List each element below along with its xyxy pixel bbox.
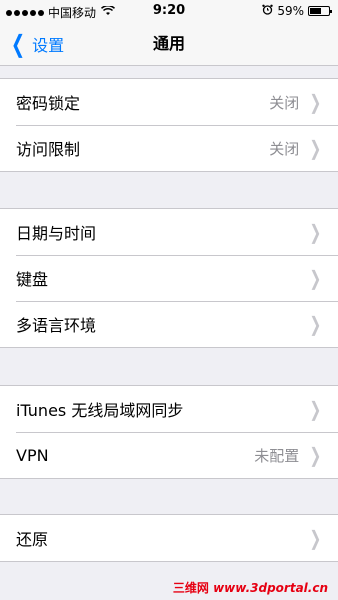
settings-group-locale: 日期与时间 ❯ 键盘 ❯ 多语言环境 ❯: [0, 208, 338, 348]
settings-row-keyboard[interactable]: 键盘 ❯: [0, 255, 338, 301]
settings-row-passcode-lock[interactable]: 密码锁定 关闭 ❯: [0, 79, 338, 125]
battery-percent: 59%: [277, 4, 304, 18]
battery-icon: [308, 6, 332, 16]
row-label: 多语言环境: [16, 316, 97, 335]
row-label: iTunes 无线局域网同步: [16, 401, 184, 420]
status-right: 59%: [262, 4, 332, 18]
battery-fill: [310, 8, 321, 14]
chevron-right-icon: ❯: [309, 397, 322, 421]
row-label: 还原: [16, 530, 49, 549]
settings-row-date-time[interactable]: 日期与时间 ❯: [0, 209, 338, 255]
row-value: 关闭: [269, 93, 300, 112]
watermark-cn: 三维网: [172, 581, 209, 595]
row-value: 关闭: [269, 139, 300, 158]
chevron-right-icon: ❯: [309, 266, 322, 290]
watermark: 三维网 www.3dportal.cn: [173, 579, 328, 596]
settings-row-international[interactable]: 多语言环境 ❯: [0, 301, 338, 347]
settings-group-reset: 还原 ❯: [0, 514, 338, 562]
settings-row-vpn[interactable]: VPN 未配置 ❯: [0, 432, 338, 478]
row-label: VPN: [16, 445, 49, 465]
settings-group-network: iTunes 无线局域网同步 ❯ VPN 未配置 ❯: [0, 385, 338, 479]
row-label: 键盘: [16, 270, 49, 289]
status-bar: 中国移动 9:20 59%: [0, 0, 338, 22]
row-label: 访问限制: [16, 140, 81, 159]
settings-row-restrictions[interactable]: 访问限制 关闭 ❯: [0, 125, 338, 171]
chevron-right-icon: ❯: [309, 90, 322, 114]
alarm-icon: [262, 4, 274, 18]
navigation-bar: ❮ 设置 通用: [0, 22, 338, 66]
chevron-right-icon: ❯: [309, 220, 322, 244]
row-label: 密码锁定: [16, 94, 81, 113]
row-value: 未配置: [254, 446, 300, 465]
chevron-right-icon: ❯: [309, 443, 322, 467]
chevron-right-icon: ❯: [309, 312, 322, 336]
settings-row-itunes-wifi-sync[interactable]: iTunes 无线局域网同步 ❯: [0, 386, 338, 432]
settings-row-reset[interactable]: 还原 ❯: [0, 515, 338, 561]
chevron-right-icon: ❯: [309, 526, 322, 550]
settings-group-passcode: 密码锁定 关闭 ❯ 访问限制 关闭 ❯: [0, 78, 338, 172]
row-label: 日期与时间: [16, 224, 97, 243]
page-title: 通用: [152, 34, 185, 53]
watermark-url: www.3dportal.cn: [213, 581, 328, 595]
chevron-right-icon: ❯: [309, 136, 322, 160]
